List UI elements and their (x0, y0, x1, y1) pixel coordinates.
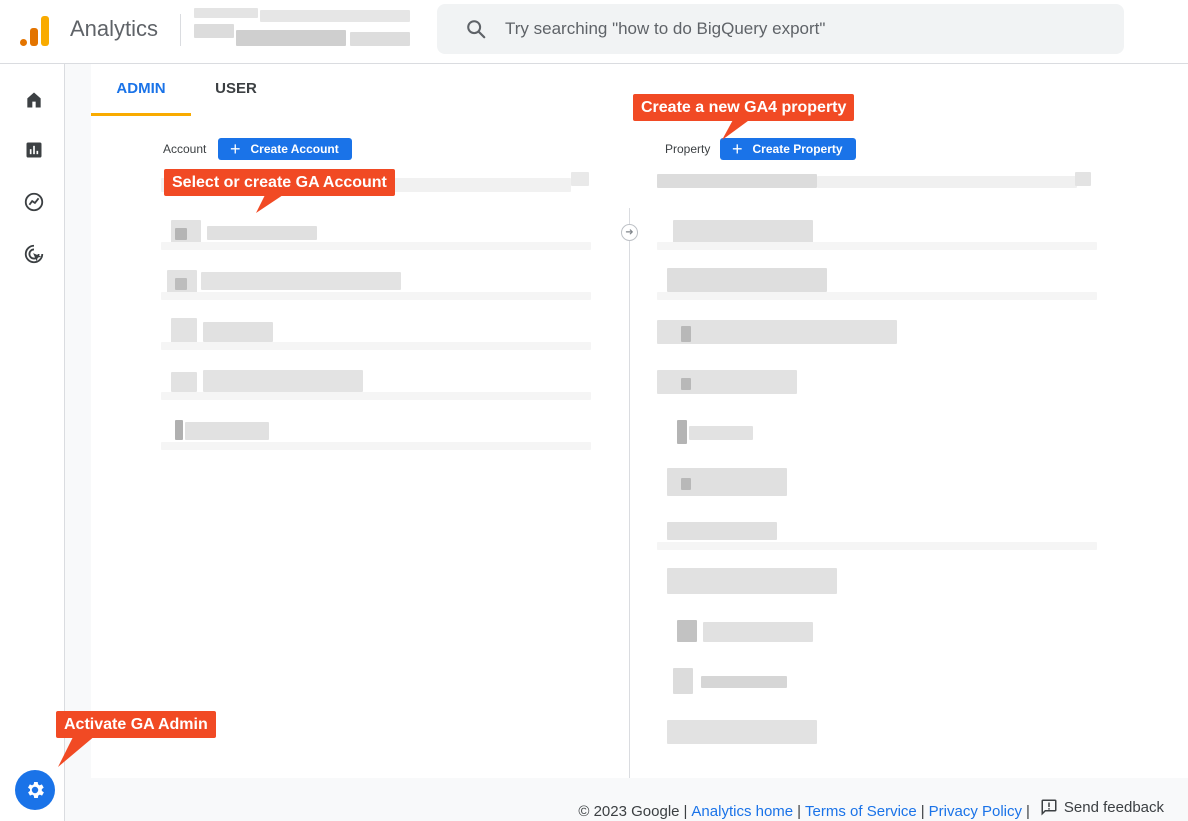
analytics-logo-icon[interactable] (20, 14, 50, 46)
send-feedback-button[interactable]: Send feedback (1034, 798, 1164, 816)
app-title: Analytics (70, 16, 159, 41)
property-list-item[interactable] (657, 514, 1097, 550)
callout-pointer (58, 735, 96, 767)
plus-icon: + (732, 139, 743, 159)
callout-activate-admin: Activate GA Admin (56, 711, 216, 738)
search-bar[interactable] (437, 4, 1124, 54)
property-list-item[interactable] (657, 214, 1097, 250)
column-divider (629, 208, 630, 778)
property-list-item[interactable] (657, 364, 1097, 400)
top-bar: Analytics (0, 0, 1188, 64)
privacy-policy-link[interactable]: Privacy Policy (929, 803, 1022, 820)
footer-copyright: © 2023 Google (578, 803, 680, 820)
analytics-home-link[interactable]: Analytics home (691, 803, 793, 820)
home-icon[interactable] (20, 86, 48, 114)
account-list-item[interactable] (161, 414, 591, 450)
send-feedback-label: Send feedback (1063, 798, 1164, 816)
create-account-button[interactable]: + Create Account (218, 138, 352, 160)
left-nav (0, 64, 65, 821)
gear-icon (28, 782, 44, 798)
callout-create-property: Create a new GA4 property (633, 94, 855, 121)
property-list-item[interactable] (657, 564, 1097, 600)
callout-pointer (722, 118, 752, 140)
callout-pointer (256, 193, 286, 213)
property-list-item[interactable] (657, 264, 1097, 300)
property-list-item[interactable] (657, 664, 1097, 700)
account-list-item[interactable] (161, 314, 591, 350)
property-list-item[interactable] (657, 464, 1097, 500)
tab-admin[interactable]: ADMIN (91, 64, 191, 116)
account-label: Account (163, 142, 207, 156)
account-list-item[interactable] (161, 214, 591, 250)
footer: © 2023 Google | Analytics home | Terms of Se… (578, 798, 1164, 821)
reports-icon[interactable] (20, 136, 48, 164)
account-switcher[interactable] (190, 6, 430, 56)
create-property-label: Create Property (752, 142, 843, 156)
callout-select-account: Select or create GA Account (164, 169, 395, 196)
property-list-item[interactable] (657, 168, 1097, 204)
property-list-item[interactable] (657, 714, 1097, 750)
title-divider (180, 14, 181, 46)
account-list-item[interactable] (161, 264, 591, 300)
property-label: Property (665, 142, 711, 156)
plus-icon: + (230, 139, 241, 159)
account-list-item[interactable] (161, 364, 591, 400)
property-list-item[interactable] (657, 314, 1097, 350)
create-account-label: Create Account (250, 142, 339, 156)
arrow-right-icon: ➜ (621, 224, 638, 241)
advertising-icon[interactable] (20, 240, 48, 268)
feedback-icon (1041, 799, 1057, 816)
tab-user[interactable]: USER (201, 64, 271, 116)
explore-icon[interactable] (20, 188, 48, 216)
property-list-item[interactable] (657, 614, 1097, 650)
property-list-item[interactable] (657, 414, 1097, 450)
terms-of-service-link[interactable]: Terms of Service (805, 803, 917, 820)
admin-gear-button[interactable] (15, 770, 55, 810)
search-icon (467, 20, 486, 39)
search-input[interactable] (505, 4, 1105, 54)
